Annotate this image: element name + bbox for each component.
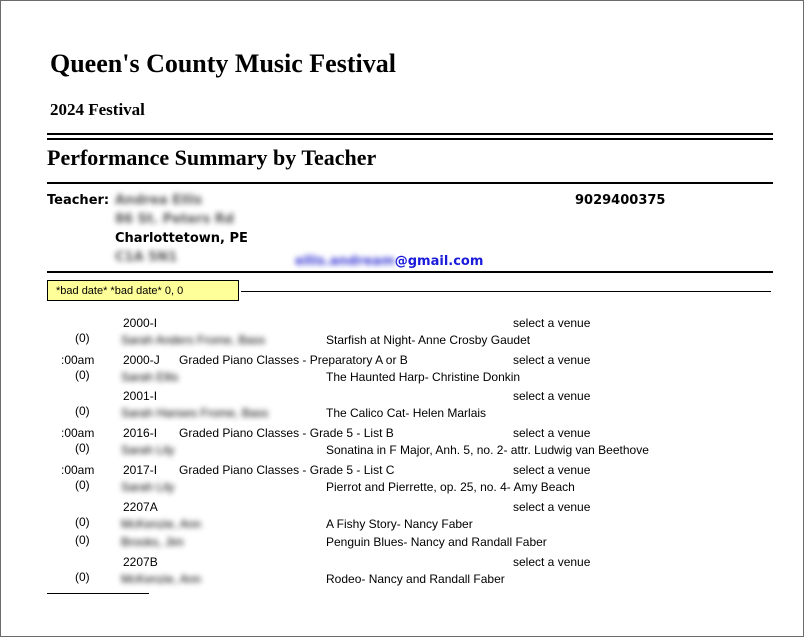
piece-title: A Fishy Story- Nancy Faber [326, 517, 473, 531]
venue-select[interactable]: select a venue [513, 389, 590, 403]
class-code: 2207B [123, 555, 158, 569]
performer-name-redacted: Sarah Lily [121, 480, 175, 494]
entry-count: (0) [75, 515, 90, 529]
teacher-phone: 9029400375 [575, 193, 666, 208]
piece-title: Sonatina in F Major, Anh. 5, no. 2- attr… [326, 443, 649, 457]
teacher-city: Charlottetown, PE [115, 231, 248, 246]
email-user-redacted: ellis.andream [295, 254, 395, 269]
report-title: Performance Summary by Teacher [47, 145, 377, 170]
entry-time: :00am [61, 353, 95, 367]
venue-select[interactable]: select a venue [513, 463, 590, 477]
performer-name-redacted: McKenzie, Ann [121, 517, 202, 531]
class-code: 2207A [123, 500, 158, 514]
venue-select[interactable]: select a venue [513, 426, 590, 440]
entry-count: (0) [75, 331, 90, 345]
piece-title: Starfish at Night- Anne Crosby Gaudet [326, 333, 531, 347]
entry-count: (0) [75, 478, 90, 492]
performer-name-redacted: Brooks, Jim [121, 535, 184, 549]
performer-name-redacted: McKenzie, Ann [121, 572, 202, 586]
performer-name-redacted: Sarah Ellis [121, 370, 179, 384]
date-group-header: *bad date* *bad date* 0, 0 [47, 280, 239, 301]
class-code: 2000-I [123, 316, 158, 330]
report-page: Queen's County Music Festival 2024 Festi… [0, 0, 804, 637]
entry-time: :00am [61, 463, 95, 477]
piece-title: Penguin Blues- Nancy and Randall Faber [326, 535, 547, 549]
festival-title: Queen's County Music Festival [50, 49, 396, 78]
teacher-label: Teacher: [47, 193, 110, 208]
class-name: Graded Piano Classes - Grade 5 - List C [179, 463, 395, 477]
entry-count: (0) [75, 570, 90, 584]
performer-name-redacted: Sarah Anders Frome, Bass [121, 333, 266, 347]
class-code: 2001-I [123, 389, 158, 403]
teacher-address-redacted: 86 St. Peters Rd [115, 212, 235, 227]
festival-year: 2024 Festival [50, 100, 145, 119]
divider [47, 182, 773, 184]
email-domain: @gmail.com [394, 254, 484, 269]
entry-count: (0) [75, 404, 90, 418]
date-group-line [241, 291, 771, 292]
piece-title: Pierrot and Pierrette, op. 25, no. 4- Am… [326, 480, 575, 494]
piece-title: Rodeo- Nancy and Randall Faber [326, 572, 505, 586]
entry-count: (0) [75, 441, 90, 455]
class-name: Graded Piano Classes - Grade 5 - List B [179, 426, 394, 440]
class-code: 2016-I [123, 426, 158, 440]
venue-select[interactable]: select a venue [513, 353, 590, 367]
entry-count: (0) [75, 533, 90, 547]
footer-line [47, 593, 149, 594]
piece-title: The Calico Cat- Helen Marlais [326, 406, 487, 420]
divider [47, 271, 773, 273]
piece-title: The Haunted Harp- Christine Donkin [326, 370, 521, 384]
venue-select[interactable]: select a venue [513, 500, 590, 514]
performer-name-redacted: Sarah Hanses Frome, Bass [121, 406, 269, 420]
class-name: Graded Piano Classes - Preparatory A or … [179, 353, 408, 367]
class-code: 2017-I [123, 463, 158, 477]
teacher-email[interactable]: ellis.andream@gmail.com [295, 250, 483, 269]
performer-name-redacted: Sarah Lily [121, 443, 175, 457]
class-code: 2000-J [123, 353, 160, 367]
teacher-postal-redacted: C1A 5N1 [115, 250, 178, 265]
venue-select[interactable]: select a venue [513, 316, 590, 330]
teacher-name-redacted: Andrea Ellis [115, 193, 203, 208]
divider [47, 133, 773, 135]
venue-select[interactable]: select a venue [513, 555, 590, 569]
entry-time: :00am [61, 426, 95, 440]
divider [47, 138, 773, 140]
entry-count: (0) [75, 368, 90, 382]
